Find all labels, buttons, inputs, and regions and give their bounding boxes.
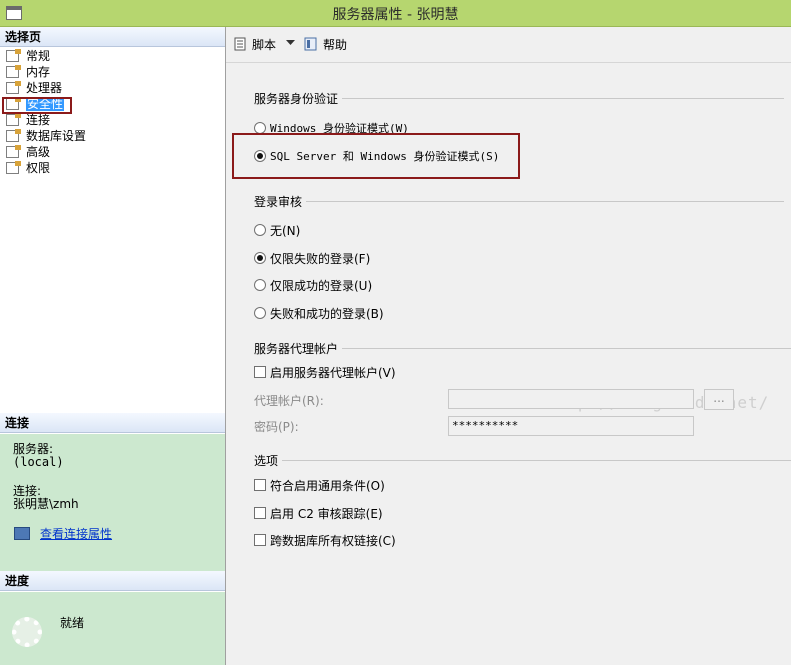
- page-item-memory[interactable]: 内存: [0, 64, 225, 80]
- password-field[interactable]: **********: [448, 416, 694, 436]
- connection-value: 张明慧\zmh: [13, 497, 79, 511]
- page-icon: [6, 113, 21, 126]
- left-pane: 选择页 常规 内存 处理器 安全性 连接 数据库设置 高级 权限 连接 服务器:…: [0, 27, 226, 665]
- security-page: 服务器身份验证 Windows 身份验证模式(W) SQL Server 和 W…: [226, 63, 791, 665]
- audit-group-title: 登录审核: [254, 193, 307, 210]
- connection-properties-icon: [14, 527, 30, 540]
- radio-button-icon: [254, 224, 266, 236]
- page-item-connections[interactable]: 连接: [0, 112, 225, 128]
- page-icon: [6, 161, 21, 174]
- auth-group-title: 服务器身份验证: [254, 90, 343, 107]
- page-icon: [6, 129, 21, 142]
- progress-status: 就绪: [60, 616, 85, 630]
- checkbox-icon: [254, 534, 266, 546]
- page-item-database-settings[interactable]: 数据库设置: [0, 128, 225, 144]
- chevron-down-icon[interactable]: [286, 40, 295, 46]
- page-icon: [6, 49, 21, 62]
- radio-button-icon: [254, 307, 266, 319]
- page-icon: [6, 145, 21, 158]
- selection-highlight-frame: [2, 97, 72, 114]
- radio-button-selected-icon: [254, 252, 266, 264]
- radio-button-icon: [254, 279, 266, 291]
- page-item-permissions[interactable]: 权限: [0, 160, 225, 176]
- checkbox-icon: [254, 366, 266, 378]
- help-icon: [304, 37, 317, 51]
- checkbox-icon: [254, 507, 266, 519]
- server-label: 服务器:: [13, 442, 54, 456]
- title-bar: 服务器属性 - 张明慧: [0, 0, 791, 27]
- options-group-line: [254, 460, 791, 461]
- help-button[interactable]: 帮助: [323, 36, 347, 53]
- checkbox-icon: [254, 479, 266, 491]
- proxy-account-label: 代理帐户(R):: [254, 394, 324, 408]
- progress-header: 进度: [0, 571, 225, 591]
- proxy-account-field[interactable]: [448, 389, 694, 409]
- page-item-general[interactable]: 常规: [0, 48, 225, 64]
- window-title: 服务器属性 - 张明慧: [332, 7, 459, 23]
- connection-header: 连接: [0, 413, 225, 433]
- page-icon: [6, 81, 21, 94]
- password-label: 密码(P):: [254, 420, 299, 434]
- server-value: (local): [13, 455, 64, 469]
- connection-panel: 服务器: (local) 连接: 张明慧\zmh 查看连接属性: [0, 434, 225, 571]
- options-group-title: 选项: [254, 452, 283, 469]
- progress-panel: 就绪: [0, 592, 225, 665]
- connection-label: 连接:: [13, 484, 42, 498]
- page-item-processors[interactable]: 处理器: [0, 80, 225, 96]
- page-item-advanced[interactable]: 高级: [0, 144, 225, 160]
- select-page-header: 选择页: [0, 27, 225, 47]
- toolbar: 脚本 帮助: [226, 27, 791, 63]
- browse-button[interactable]: ...: [704, 389, 734, 410]
- view-connection-properties-link[interactable]: 查看连接属性: [40, 525, 112, 542]
- page-icon: [6, 65, 21, 78]
- script-icon: [234, 37, 246, 51]
- proxy-group-title: 服务器代理帐户: [254, 340, 343, 357]
- script-button[interactable]: 脚本: [252, 36, 276, 53]
- audit-group-line: [254, 201, 784, 202]
- progress-spinner-icon: [12, 617, 42, 647]
- auth-highlight-frame: [232, 133, 520, 179]
